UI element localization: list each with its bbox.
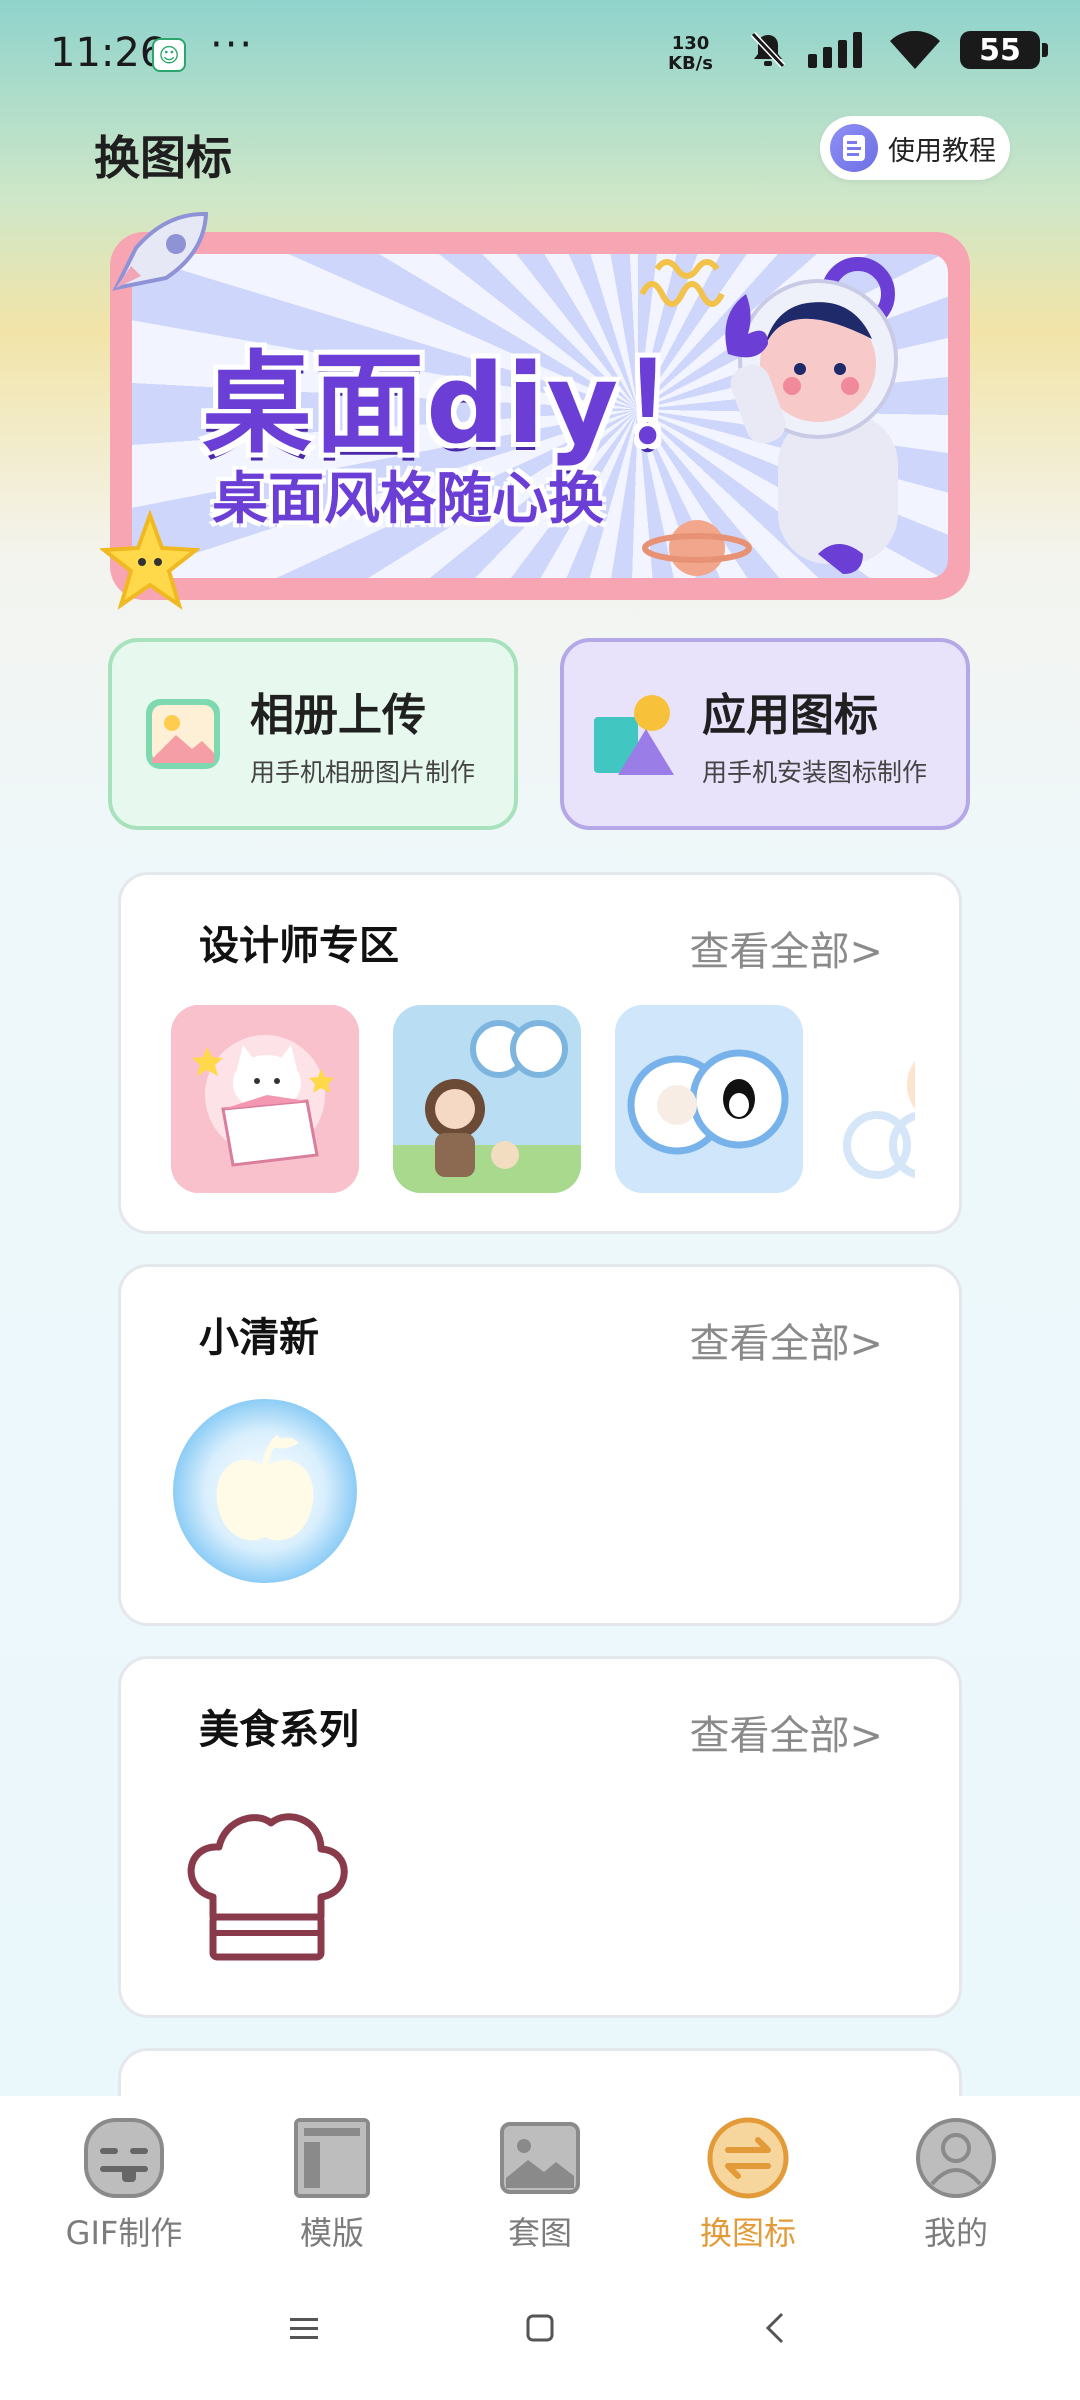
icon-thumb[interactable] <box>171 1397 359 1585</box>
profile-icon <box>916 2118 996 2198</box>
nav-swap-icon[interactable]: 换图标 <box>648 2116 848 2270</box>
tutorial-button[interactable]: 使用教程 <box>820 116 1010 180</box>
banner-content: 桌面diy！ 桌面风格随心换 <box>132 254 948 578</box>
nav-gif[interactable]: GIF制作 <box>24 2116 224 2270</box>
tutorial-label: 使用教程 <box>888 135 996 167</box>
view-all-link[interactable]: 查看全部> <box>689 1311 883 1369</box>
banner-subtitle: 桌面风格随心换 <box>212 467 604 532</box>
fox-qq-icon <box>843 1061 915 1179</box>
more-notifications-icon: ··· <box>210 22 255 68</box>
qq-bubbles-icon <box>615 1005 803 1193</box>
nav-label: GIF制作 <box>65 2214 183 2252</box>
icon-thumb[interactable] <box>837 1005 915 1193</box>
signal-icon <box>808 32 862 68</box>
swap-icon <box>707 2117 789 2199</box>
food-section: 美食系列 查看全部> <box>118 1656 962 2018</box>
mute-bell-icon <box>750 31 786 69</box>
view-all-link[interactable]: 查看全部> <box>689 1703 883 1761</box>
status-time: 11:26 <box>50 30 166 76</box>
icon-thumb[interactable] <box>393 1005 581 1193</box>
nav-template[interactable]: 模版 <box>232 2116 432 2270</box>
app-icon-title: 应用图标 <box>702 690 878 741</box>
network-speed: 130 KB/s <box>668 34 713 74</box>
home-icon[interactable] <box>520 2308 560 2348</box>
app-icon-card[interactable]: 应用图标 用手机安装图标制作 <box>560 638 970 830</box>
notification-app-icon: ☺ <box>152 38 186 72</box>
system-icons: 55 <box>748 30 1048 70</box>
view-all-link[interactable]: 查看全部> <box>689 919 883 977</box>
back-icon[interactable] <box>756 2308 796 2348</box>
section-title: 设计师专区 <box>199 913 399 971</box>
nav-image-set[interactable]: 套图 <box>440 2116 640 2270</box>
promo-banner[interactable]: 桌面diy！ 桌面风格随心换 <box>100 211 970 610</box>
menu-icon[interactable] <box>284 2308 324 2348</box>
banner-title: 桌面diy！ <box>202 340 733 468</box>
icon-thumb[interactable] <box>171 1789 359 1977</box>
gif-face-icon <box>84 2118 164 2198</box>
app-icon-subtitle: 用手机安装图标制作 <box>702 758 928 787</box>
album-upload-title: 相册上传 <box>250 690 426 741</box>
designer-section: 设计师专区 查看全部> <box>118 872 962 1234</box>
thumb-list <box>171 1005 915 1193</box>
nav-label: 换图标 <box>699 2214 796 2252</box>
nav-profile[interactable]: 我的 <box>856 2116 1056 2270</box>
section-title: 美食系列 <box>199 1697 359 1755</box>
shapes-icon <box>594 695 674 775</box>
thumb-list <box>171 1789 915 1977</box>
girl-qq-icon <box>393 1005 581 1193</box>
status-bar: 11:26 ☺ ··· 130 KB/s 55 <box>0 0 1080 110</box>
fresh-section: 小清新 查看全部> <box>118 1264 962 1626</box>
icon-thumb[interactable] <box>171 1005 359 1193</box>
thumb-list <box>171 1397 915 1585</box>
album-upload-subtitle: 用手机相册图片制作 <box>250 758 476 787</box>
astronaut-illustration-icon <box>725 257 898 574</box>
apple-bubble-icon <box>173 1399 357 1583</box>
tutorial-doc-icon <box>830 124 878 172</box>
nav-label: 套图 <box>507 2214 572 2252</box>
star-icon <box>100 510 200 610</box>
network-speed-unit: KB/s <box>668 53 713 74</box>
icon-thumb[interactable] <box>615 1005 803 1193</box>
album-upload-card[interactable]: 相册上传 用手机相册图片制作 <box>108 638 518 830</box>
kitten-in-box-icon <box>171 1005 359 1193</box>
bottom-nav: GIF制作 模版 套图 换图标 我的 <box>0 2096 1080 2270</box>
system-nav-bar <box>0 2270 1080 2400</box>
rocket-icon <box>112 211 209 291</box>
wifi-icon <box>890 31 940 69</box>
page-title: 换图标 <box>94 131 232 185</box>
battery-icon: 55 <box>960 31 1048 69</box>
album-image-icon <box>146 699 220 769</box>
network-speed-value: 130 <box>671 33 710 54</box>
chef-hat-icon <box>187 1813 348 1961</box>
image-set-icon <box>500 2122 580 2194</box>
template-icon <box>294 2118 370 2198</box>
nav-label: 我的 <box>923 2214 988 2252</box>
section-title: 小清新 <box>199 1305 319 1363</box>
nav-label: 模版 <box>299 2214 364 2252</box>
